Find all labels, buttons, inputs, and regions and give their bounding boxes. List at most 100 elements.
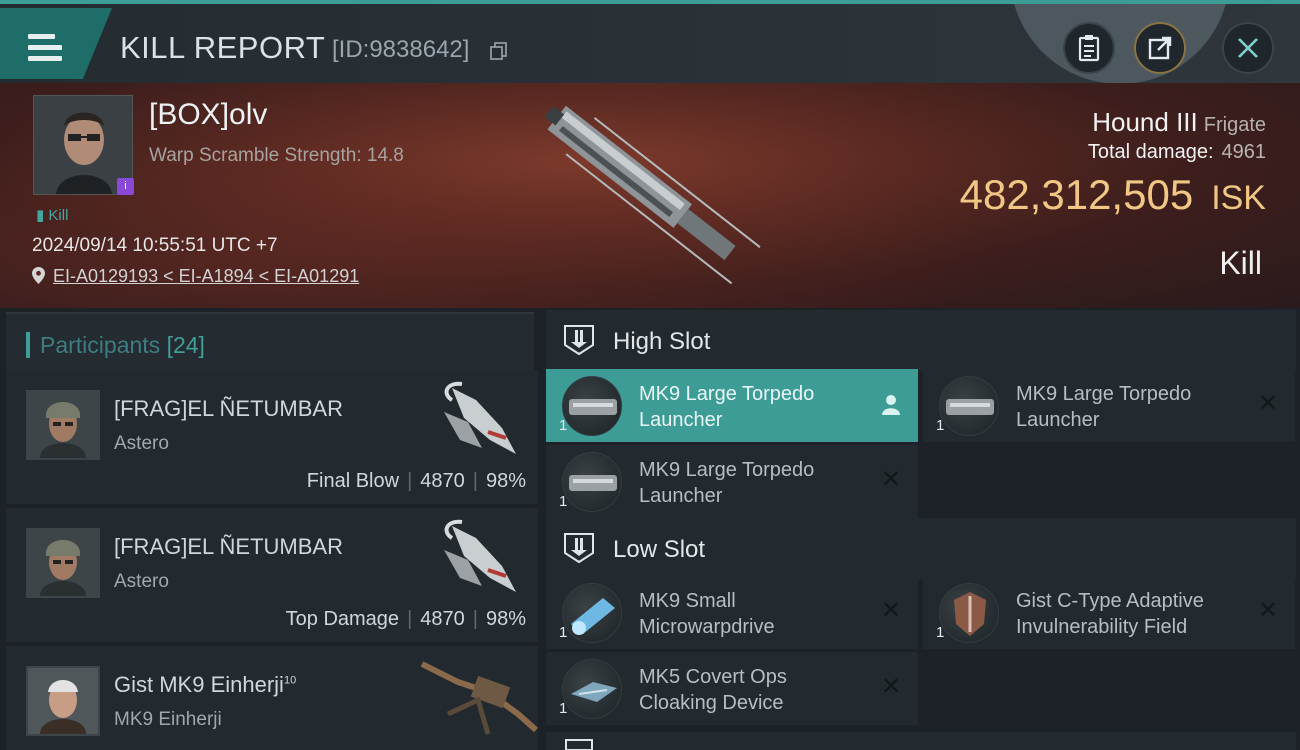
participant-role: Top Damage xyxy=(285,608,400,630)
header-bar: KILL REPORT [ID:9838642] xyxy=(0,0,1300,84)
location-pin-icon xyxy=(32,267,45,284)
info-badge[interactable]: i xyxy=(117,178,134,195)
participant-stats: Top Damage | 4870 | 98% xyxy=(285,608,526,630)
share-button[interactable] xyxy=(1134,22,1186,74)
total-damage-value: 4961 xyxy=(1221,141,1267,163)
torpedo-launcher-icon xyxy=(562,376,622,436)
module-name: MK9 Large Torpedo Launcher xyxy=(639,459,815,507)
participant-row[interactable]: Gist MK9 Einherji10 MK9 Einherji xyxy=(6,646,538,750)
module-name: MK5 Covert Ops Cloaking Device xyxy=(639,666,787,714)
kill-location[interactable]: EI-A0129193 < EI-A1894 < EI-A01291 xyxy=(32,266,359,287)
module-item[interactable]: 1 MK9 Small Microwarpdrive ✕ xyxy=(546,576,918,649)
participant-name[interactable]: Gist MK9 Einherji10 xyxy=(114,672,296,698)
close-icon[interactable]: ✕ xyxy=(1257,599,1279,623)
participant-avatar[interactable] xyxy=(26,666,100,736)
participant-ship-image xyxy=(420,661,538,735)
module-item[interactable]: 1 Gist C-Type Adaptive Invulnerability F… xyxy=(923,576,1295,649)
participant-role: Final Blow xyxy=(306,470,400,492)
participant-name[interactable]: [FRAG]EL ÑETUMBAR xyxy=(114,396,343,422)
high-slot-header: High Slot xyxy=(546,310,1296,372)
cloaking-device-icon xyxy=(562,659,622,719)
kill-result: Kill xyxy=(1219,245,1262,281)
high-slot-title: High Slot xyxy=(613,328,711,355)
module-quantity: 1 xyxy=(559,493,568,510)
slot-icon-partial xyxy=(565,739,593,750)
participant-damage: 4870 xyxy=(420,470,465,492)
torpedo-launcher-icon xyxy=(939,376,999,436)
isk-amount: 482,312,505 xyxy=(959,171,1194,218)
microwarpdrive-icon xyxy=(562,583,622,643)
participant-avatar[interactable] xyxy=(26,390,100,460)
isk-value: 482,312,505 ISK xyxy=(960,171,1266,219)
participant-ship: Astero xyxy=(114,571,169,592)
participants-title-text: Participants xyxy=(40,332,161,358)
close-icon[interactable]: ✕ xyxy=(1257,392,1279,416)
hamburger-icon xyxy=(28,34,62,62)
participants-panel: Participants [24] [FRAG]EL ÑETUMBAR Aste… xyxy=(0,308,540,750)
next-slot-header xyxy=(546,732,1296,750)
fitting-panel: High Slot 1 MK9 Large Torpedo Launcher 1… xyxy=(540,308,1300,750)
module-name: Gist C-Type Adaptive Invulnerability Fie… xyxy=(1016,590,1204,638)
kill-banner: i [BOX]olv Warp Scramble Strength: 14.8 … xyxy=(0,83,1300,308)
module-name: MK9 Large Torpedo Launcher xyxy=(1016,383,1192,431)
participants-title: Participants [24] xyxy=(40,332,205,359)
participants-header: Participants [24] xyxy=(6,312,534,372)
ship-class: Frigate xyxy=(1203,114,1266,136)
victim-name[interactable]: [BOX]olv xyxy=(149,98,267,132)
header-accent-bar xyxy=(26,332,30,358)
participant-name-text[interactable]: Gist MK9 Einherji xyxy=(114,672,284,697)
participant-name[interactable]: [FRAG]EL ÑETUMBAR xyxy=(114,534,343,560)
warp-scramble-strength: Warp Scramble Strength: 14.8 xyxy=(149,145,404,166)
clipboard-button[interactable] xyxy=(1063,22,1115,74)
module-item[interactable]: 1 MK9 Large Torpedo Launcher ✕ xyxy=(923,369,1295,442)
participant-avatar[interactable] xyxy=(26,528,100,598)
module-name: MK9 Small Microwarpdrive xyxy=(639,590,775,638)
high-slot-icon xyxy=(564,325,594,356)
ship-name-text: Hound III xyxy=(1092,107,1198,137)
torpedo-launcher-icon xyxy=(562,452,622,512)
shield-icon xyxy=(939,583,999,643)
total-damage-label: Total damage: xyxy=(1087,141,1214,163)
module-quantity: 1 xyxy=(936,624,945,641)
low-slot-icon xyxy=(564,533,594,564)
victim-ship-image xyxy=(544,105,761,285)
total-damage: Total damage: 4961 xyxy=(1088,141,1266,164)
kill-timestamp: 2024/09/14 10:55:51 UTC +7 xyxy=(32,235,278,256)
participant-row[interactable]: [FRAG]EL ÑETUMBAR Astero Top Damage | 4870… xyxy=(6,508,538,642)
close-icon xyxy=(1238,38,1258,58)
module-quantity: 1 xyxy=(559,624,568,641)
module-quantity: 1 xyxy=(936,417,945,434)
low-slot-title: Low Slot xyxy=(613,536,706,563)
module-item[interactable]: 1 MK9 Large Torpedo Launcher xyxy=(546,369,918,442)
copy-icon[interactable] xyxy=(490,42,508,60)
module-item[interactable]: 1 MK9 Large Torpedo Launcher ✕ xyxy=(546,445,918,518)
participant-ship: Astero xyxy=(114,433,169,454)
close-icon[interactable]: ✕ xyxy=(880,468,902,492)
menu-button[interactable] xyxy=(0,8,112,79)
participant-ship-image xyxy=(444,519,516,592)
participant-ship-image xyxy=(444,381,516,454)
victim-ship-name: Hound III Frigate xyxy=(1092,107,1266,138)
location-path[interactable]: EI-A0129193 < EI-A1894 < EI-A01291 xyxy=(53,266,359,286)
clipboard-icon xyxy=(1078,35,1100,62)
report-id: [ID:9838642] xyxy=(332,36,470,63)
close-button[interactable] xyxy=(1222,22,1274,74)
participant-row[interactable]: [FRAG]EL ÑETUMBAR Astero Final Blow | 4870… xyxy=(6,370,538,504)
kill-tag-label: Kill xyxy=(48,207,69,224)
close-icon[interactable]: ✕ xyxy=(880,599,902,623)
module-item[interactable]: 1 MK5 Covert Ops Cloaking Device ✕ xyxy=(546,652,918,725)
close-icon[interactable]: ✕ xyxy=(880,675,902,699)
participants-count: [24] xyxy=(166,332,205,358)
module-name: MK9 Large Torpedo Launcher xyxy=(639,383,815,431)
person-icon[interactable] xyxy=(880,393,902,415)
share-icon xyxy=(1148,36,1172,60)
participant-percent: 98% xyxy=(485,608,526,630)
page-title: KILL REPORT xyxy=(120,30,326,65)
kill-tag: ▮ Kill xyxy=(36,207,69,224)
participant-percent: 98% xyxy=(485,470,526,492)
participant-name-superscript: 10 xyxy=(283,674,297,687)
low-slot-header: Low Slot xyxy=(546,518,1296,580)
module-quantity: 1 xyxy=(559,700,568,717)
participant-ship: MK9 Einherji xyxy=(114,709,222,730)
module-quantity: 1 xyxy=(559,417,568,434)
